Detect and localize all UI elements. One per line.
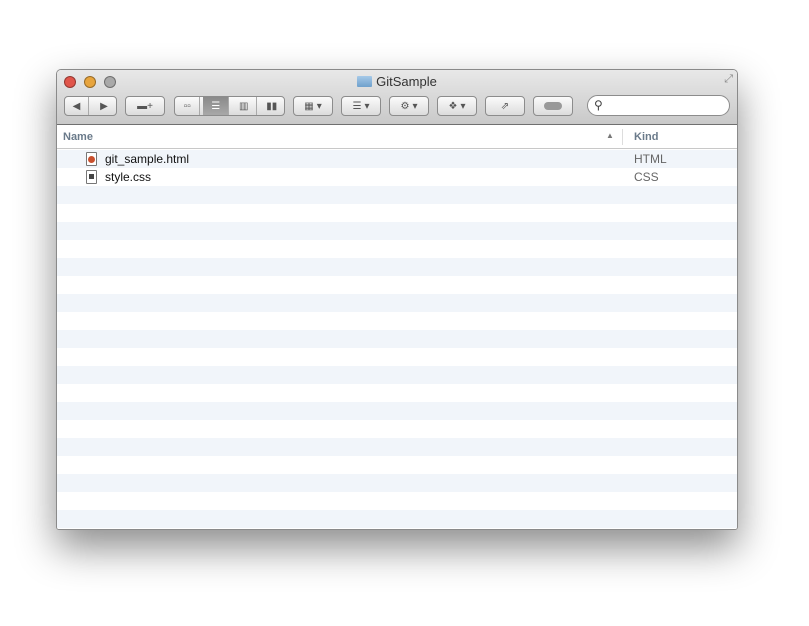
action-button[interactable]: ⚙ ▾ (389, 96, 429, 116)
share-button[interactable]: ⇗ (485, 96, 525, 116)
finder-window: GitSample ⤢ ◀ ▶ ▬+ ▫▫ ☰ ▥ ▮▮ ▦ ▾ ☰ ▾ ⚙ ▾ ❖ ▾… (56, 69, 738, 530)
file-kind: HTML (634, 152, 667, 166)
toolbar: GitSample ⤢ ◀ ▶ ▬+ ▫▫ ☰ ▥ ▮▮ ▦ ▾ ☰ ▾ ⚙ ▾ ❖ ▾… (57, 70, 737, 125)
dropbox-button[interactable]: ❖ ▾ (437, 96, 477, 116)
file-name: git_sample.html (105, 152, 190, 166)
toggle-icon (544, 102, 562, 110)
html-file-icon (86, 152, 97, 166)
column-view-button[interactable]: ▥ (232, 97, 257, 115)
search-input[interactable] (602, 97, 718, 112)
forward-button[interactable]: ▶ (92, 97, 116, 115)
dropbox-icon: ❖ (448, 100, 458, 112)
new-folder-icon: ▬+ (137, 100, 153, 112)
coverflow-view-button[interactable]: ▮▮ (260, 97, 284, 115)
fullscreen-icon[interactable]: ⤢ (724, 73, 733, 86)
list-view-button[interactable]: ☰ (203, 97, 229, 115)
file-row[interactable]: style.css CSS (57, 168, 737, 186)
file-name: style.css (105, 170, 152, 184)
title-text: GitSample (376, 74, 437, 89)
css-file-icon (86, 170, 97, 184)
file-list: git_sample.html HTML style.css CSS (57, 150, 737, 529)
new-folder-button[interactable]: ▬+ (125, 96, 165, 116)
folder-icon (357, 76, 373, 87)
search-field[interactable]: ⚲ (587, 95, 730, 116)
chevron-down-icon: ▾ (460, 100, 466, 112)
arrange-button[interactable]: ▦ ▾ (293, 96, 333, 116)
sort-ascending-icon: ▲ (606, 131, 614, 140)
column-header: Name ▲ Kind (57, 125, 737, 149)
column-divider[interactable] (622, 129, 623, 145)
window-title: GitSample (57, 74, 737, 89)
tag-button[interactable] (533, 96, 573, 116)
back-button[interactable]: ◀ (65, 97, 90, 115)
search-icon: ⚲ (594, 98, 603, 112)
sort-button[interactable]: ☰ ▾ (341, 96, 381, 116)
kind-column-header[interactable]: Kind (634, 131, 658, 143)
grid-icon: ▦ (304, 100, 314, 112)
file-row[interactable]: git_sample.html HTML (57, 150, 737, 168)
share-icon: ⇗ (500, 100, 510, 112)
icon-view-button[interactable]: ▫▫ (175, 97, 201, 115)
file-kind: CSS (634, 170, 659, 184)
chevron-down-icon: ▾ (364, 100, 370, 112)
gear-icon: ⚙ (400, 100, 410, 112)
view-mode-buttons: ▫▫ ☰ ▥ ▮▮ (174, 96, 285, 116)
name-column-header[interactable]: Name (63, 131, 93, 143)
back-forward-buttons: ◀ ▶ (64, 96, 117, 116)
chevron-down-icon: ▾ (316, 100, 322, 112)
chevron-down-icon: ▾ (412, 100, 418, 112)
list-icon: ☰ (352, 100, 362, 112)
